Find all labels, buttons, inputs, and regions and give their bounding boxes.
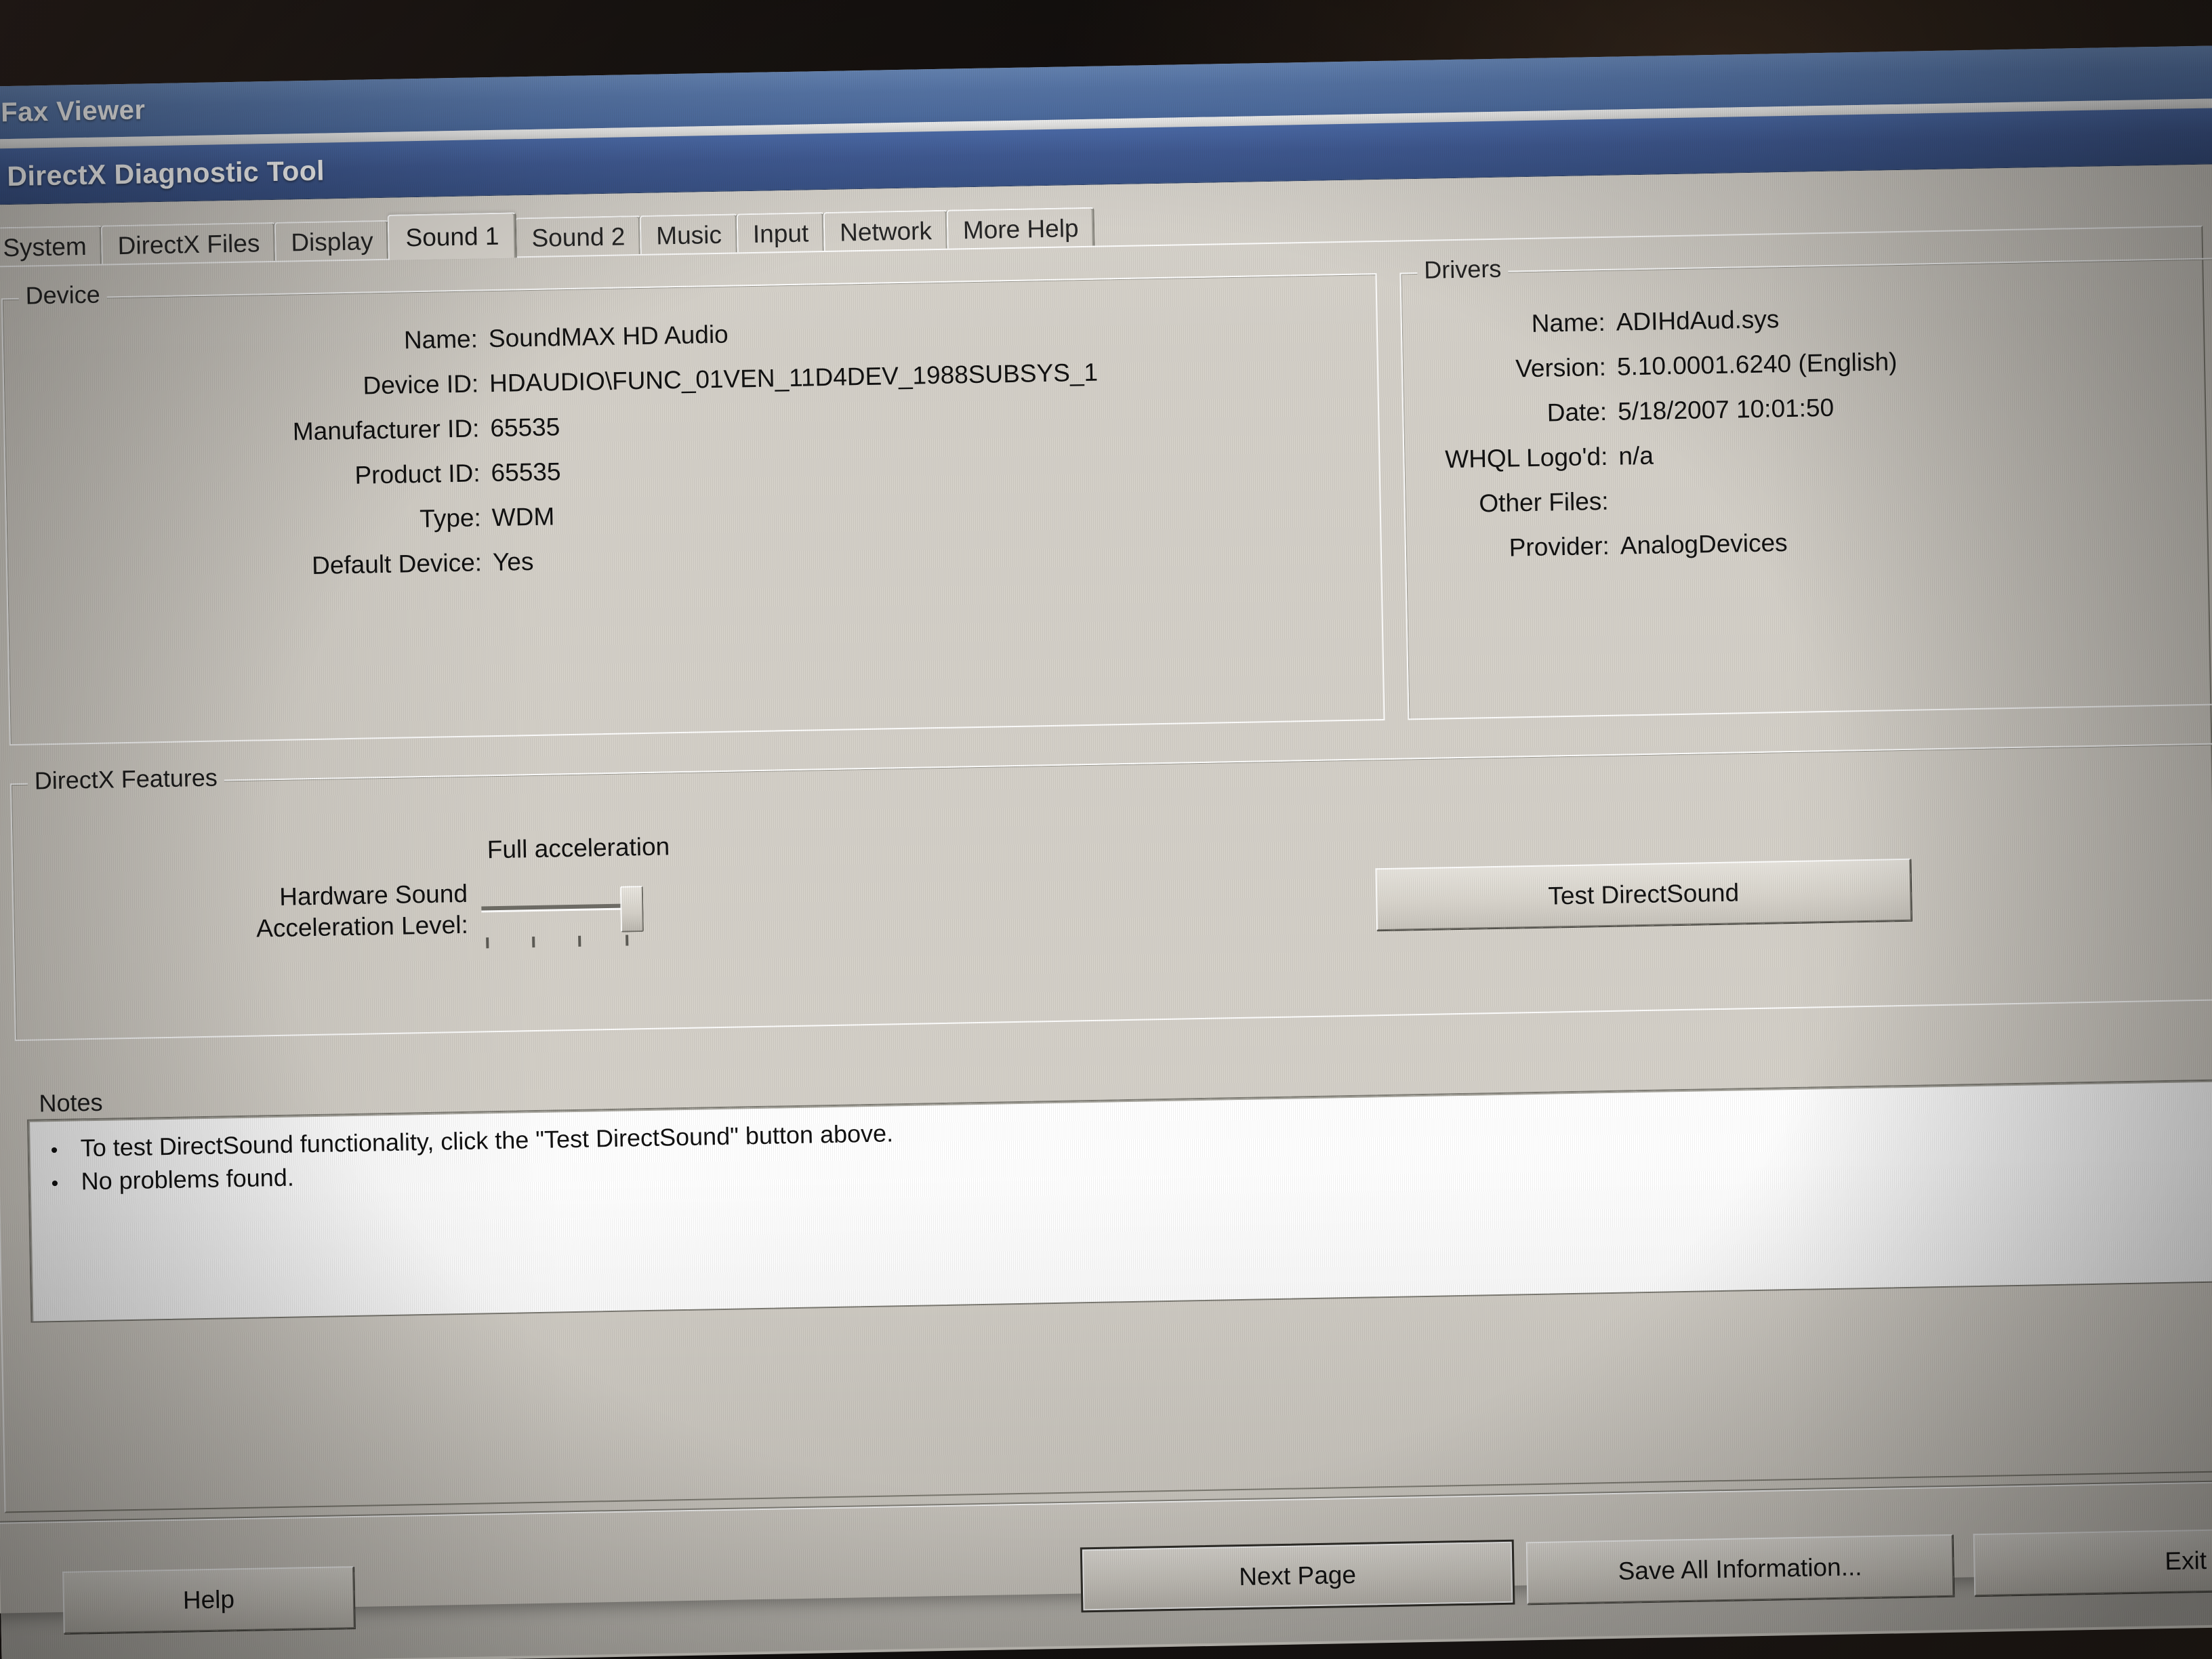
device-value-default-device: Yes [492,547,534,577]
tab-sound-1[interactable]: Sound 1 [387,212,518,260]
device-label-device-id: Device ID: [363,369,479,400]
exit-button-label: Exit [2165,1546,2207,1576]
device-value-device-id: HDAUDIO\FUNC_01VEN_11D4DEV_1988SUBSYS_1 [489,358,1099,398]
drivers-value-whql: n/a [1618,441,1654,470]
save-all-information-button[interactable]: Save All Information... [1525,1534,1954,1605]
slider-tick-3 [578,935,581,947]
tab-input[interactable]: Input [736,212,825,253]
drivers-label-version: Version: [1515,352,1607,383]
slider-tick-1 [486,937,489,949]
device-value-name: SoundMAX HD Audio [488,320,729,353]
drivers-row-other-files: Other Files: [1405,476,2212,519]
next-page-button[interactable]: Next Page [1080,1539,1515,1613]
save-all-information-button-label: Save All Information... [1618,1553,1862,1585]
drivers-value-date: 5/18/2007 10:01:50 [1617,393,1835,426]
help-button-label: Help [182,1585,235,1614]
device-label-default-device: Default Device: [311,548,483,579]
device-value-manufacturer-id: 65535 [489,413,560,443]
drivers-value-provider: AnalogDevices [1620,529,1788,560]
drivers-group-legend: Drivers [1416,254,1509,285]
test-directsound-button-label: Test DirectSound [1548,878,1740,910]
test-directsound-button[interactable]: Test DirectSound [1375,858,1912,931]
drivers-label-date: Date: [1547,397,1607,427]
directx-features-group: DirectX Features Hardware Sound Accelera… [9,743,2212,1042]
device-label-type: Type: [419,504,482,533]
device-value-type: WDM [491,502,555,532]
drivers-row-whql: WHQL Logo'd: n/a [1404,431,2212,474]
device-value-product-id: 65535 [491,457,561,487]
drivers-label-other-files: Other Files: [1479,487,1609,518]
hardware-sound-acceleration-slider[interactable] [481,875,652,960]
tab-more-help[interactable]: More Help [946,207,1096,249]
drivers-row-version: Version: 5.10.0001.6240 (English) [1403,342,2212,385]
device-group: Device Name: SoundMAX HD Audio Device ID… [1,273,1385,746]
directx-features-legend: DirectX Features [27,763,225,796]
device-row-type: Type: WDM [7,487,1380,541]
note-text-2: No problems found. [81,1163,295,1195]
device-label-manufacturer-id: Manufacturer ID: [292,414,480,446]
acceleration-label-line-2: Acceleration Level: [255,911,469,943]
tab-network[interactable]: Network [823,209,949,251]
notes-group-legend: Notes [32,1088,110,1118]
tab-sound-2[interactable]: Sound 2 [514,215,642,257]
drivers-value-version: 5.10.0001.6240 (English) [1616,348,1898,381]
device-label-product-id: Product ID: [354,459,480,489]
drivers-row-name: Name: ADIHdAud.sys [1401,297,2212,340]
device-group-legend: Device [18,280,108,310]
acceleration-level-value-text: Full acceleration [487,832,670,864]
device-row-product-id: Product ID: 65535 [5,443,1378,496]
slider-track[interactable] [481,903,636,911]
tab-page-sound-1: Device Name: SoundMAX HD Audio Device ID… [0,225,2212,1513]
exit-button[interactable]: Exit [1973,1528,2212,1597]
slider-tick-2 [532,937,535,948]
device-row-name: Name: SoundMAX HD Audio [3,308,1376,362]
drivers-label-name: Name: [1531,308,1606,337]
directx-diagnostic-tool-window: DirectX Diagnostic Tool System DirectX F… [0,108,2212,1634]
dialog-title: DirectX Diagnostic Tool [6,155,325,192]
drivers-label-whql: WHQL Logo'd: [1444,442,1608,474]
monitor-photo: d Fax Viewer DirectX Diagnostic Tool Sys… [0,0,2212,1659]
device-row-default-device: Default Device: Yes [7,532,1380,586]
next-page-button-label: Next Page [1238,1560,1357,1591]
tab-display[interactable]: Display [274,220,390,261]
background-window-title: d Fax Viewer [0,94,146,128]
help-button[interactable]: Help [62,1566,355,1634]
slider-thumb[interactable] [619,886,644,933]
hardware-sound-acceleration-label: Hardware Sound Acceleration Level: [115,878,469,947]
drivers-label-provider: Provider: [1509,531,1610,562]
screen-surface: d Fax Viewer DirectX Diagnostic Tool Sys… [0,45,2212,1659]
device-label-name: Name: [403,325,478,354]
notes-listbox[interactable]: • To test DirectSound functionality, cli… [26,1079,2212,1323]
slider-tick-4 [626,935,629,946]
note-bullet-icon: • [50,1139,58,1162]
device-row-device-id: Device ID: HDAUDIO\FUNC_01VEN_11D4DEV_19… [4,353,1377,407]
drivers-group: Drivers Name: ADIHdAud.sys Version: 5.10… [1399,254,2212,720]
dialog-client-area: System DirectX Files Display Sound 1 Sou… [0,164,2212,1634]
notes-group: Notes • To test DirectSound functionalit… [16,1052,2212,1364]
drivers-row-provider: Provider: AnalogDevices [1406,520,2212,564]
device-row-manufacturer-id: Manufacturer ID: 65535 [5,398,1378,451]
drivers-value-name: ADIHdAud.sys [1616,305,1780,336]
tab-music[interactable]: Music [639,213,739,254]
tab-system[interactable]: System [0,225,104,266]
tab-directx-files[interactable]: DirectX Files [101,222,276,264]
drivers-row-date: Date: 5/18/2007 10:01:50 [1404,386,2212,430]
note-bullet-icon: • [51,1172,59,1195]
